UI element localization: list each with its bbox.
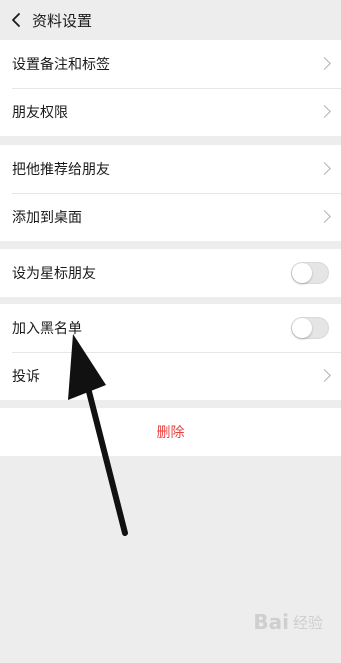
blacklist-item: 加入黑名单 <box>0 304 341 352</box>
back-button[interactable] <box>2 0 30 40</box>
watermark-suffix: 经验 <box>292 613 323 632</box>
page-title: 资料设置 <box>32 11 93 30</box>
toggle-knob <box>292 318 312 338</box>
star-friend-item: 设为星标朋友 <box>0 249 341 297</box>
blacklist-label: 加入黑名单 <box>12 321 82 337</box>
watermark: Bai 经验 <box>253 610 323 634</box>
settings-group-remarks: 设置备注和标签 朋友权限 <box>0 40 341 136</box>
friend-permissions-item[interactable]: 朋友权限 <box>0 88 341 136</box>
chevron-right-icon <box>318 369 331 382</box>
add-to-desktop-label: 添加到桌面 <box>12 210 82 226</box>
chevron-left-icon <box>12 13 20 27</box>
recommend-friend-label: 把他推荐给朋友 <box>12 162 110 178</box>
chevron-right-icon <box>318 162 331 175</box>
chevron-right-icon <box>318 210 331 223</box>
delete-button[interactable]: 删除 <box>0 408 341 456</box>
settings-group-block: 加入黑名单 投诉 <box>0 304 341 400</box>
star-friend-toggle[interactable] <box>291 262 329 284</box>
remark-tags-label: 设置备注和标签 <box>12 57 110 73</box>
toggle-knob <box>292 263 312 283</box>
settings-group-share: 把他推荐给朋友 添加到桌面 <box>0 145 341 241</box>
settings-group-star: 设为星标朋友 <box>0 249 341 297</box>
complain-label: 投诉 <box>12 369 40 385</box>
add-to-desktop-item[interactable]: 添加到桌面 <box>0 193 341 241</box>
blacklist-toggle[interactable] <box>291 317 329 339</box>
recommend-friend-item[interactable]: 把他推荐给朋友 <box>0 145 341 193</box>
chevron-right-icon <box>318 57 331 70</box>
remark-tags-item[interactable]: 设置备注和标签 <box>0 40 341 88</box>
chevron-right-icon <box>318 105 331 118</box>
star-friend-label: 设为星标朋友 <box>12 266 96 282</box>
watermark-text: Bai <box>253 610 289 634</box>
delete-label: 删除 <box>156 425 185 441</box>
complain-item[interactable]: 投诉 <box>0 352 341 400</box>
top-bar: 资料设置 <box>0 0 341 40</box>
friend-permissions-label: 朋友权限 <box>12 105 68 121</box>
